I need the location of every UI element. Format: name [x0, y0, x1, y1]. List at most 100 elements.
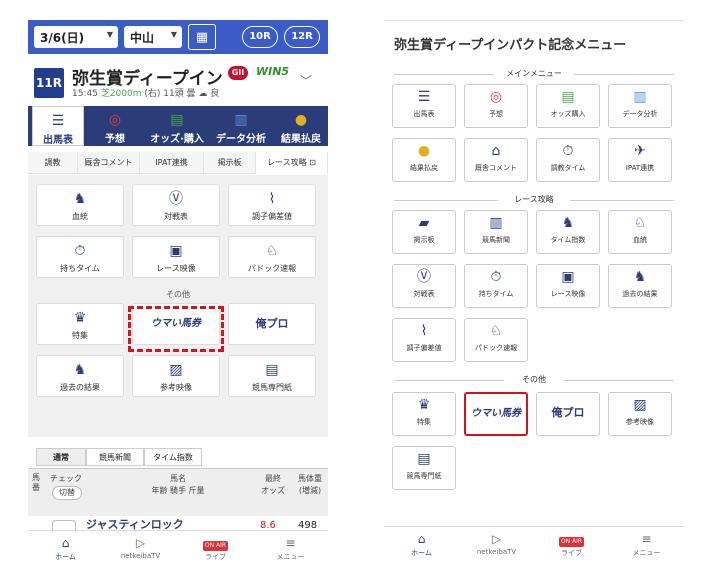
collapse-icon: ⊡	[309, 158, 316, 167]
nav-results[interactable]: ● 結果払戻	[274, 106, 328, 146]
card-label: 持ちタイム	[478, 290, 514, 298]
card-label: 出馬表	[413, 110, 435, 118]
menu-condition-index[interactable]: ⌇ 調子偏差値	[392, 318, 456, 362]
ore-pro-logo: 俺プロ	[551, 406, 585, 419]
menu-race-video[interactable]: ▣ レース映像	[536, 264, 600, 308]
card-best-times[interactable]: ⏱ 持ちタイム	[36, 236, 124, 278]
nav-netkeibatv[interactable]: ▷ netkeibaTV	[103, 531, 178, 560]
card-label: 過去の結果	[60, 383, 100, 392]
nav-live-label: ライブ	[561, 549, 582, 557]
race-number: 11R	[34, 68, 64, 98]
play-icon: ▷	[491, 532, 502, 546]
prev-race-button[interactable]: 10R	[242, 26, 278, 48]
menu-reference-video[interactable]: ▨ 参考映像	[608, 392, 672, 436]
chart-icon: ▥	[234, 112, 248, 128]
subtab-race-strategy[interactable]: レース攻略 ⊡	[256, 152, 328, 174]
nav-home[interactable]: ⌂ ホーム	[384, 527, 459, 558]
card-paddock[interactable]: ♘ パドック速報	[228, 236, 316, 278]
nav-entry-table[interactable]: ☰ 出馬表	[32, 106, 84, 146]
col-odds-label[interactable]: 最終	[256, 473, 290, 484]
caret-down-icon: ▼	[106, 30, 113, 39]
card-ore-pro[interactable]: 俺プロ	[228, 303, 316, 345]
card-condition-index[interactable]: ⌇ 調子偏差値	[228, 184, 316, 226]
card-past-results[interactable]: ♞ 過去の結果	[36, 355, 124, 397]
date-select[interactable]: 3/6(日) ▼	[34, 26, 118, 48]
nav-home-label: ホーム	[55, 553, 76, 561]
caret-down-icon: ▼	[170, 30, 177, 39]
venue-select[interactable]: 中山 ▼	[124, 26, 182, 48]
menu-racing-paper[interactable]: ▤ 競馬専門紙	[392, 446, 456, 490]
ore-pro-logo: 俺プロ	[255, 317, 289, 330]
menu-ore-pro[interactable]: 俺プロ	[536, 392, 600, 436]
menu-feature[interactable]: ♛ 特集	[392, 392, 456, 436]
race-track: 芝2000m	[100, 89, 142, 99]
main-menu-header: メインメニュー	[384, 68, 684, 80]
other-menu-header: その他	[384, 374, 684, 386]
card-matchups[interactable]: Ⓥ 対戦表	[132, 184, 220, 226]
ticket-icon: ▤	[170, 112, 184, 128]
right-screen: 弥生賞ディープインパクト記念メニュー メインメニュー ☰ 出馬表 ◎ 予想 ▤ オッズ…	[384, 20, 684, 568]
nav-live[interactable]: ON AIR ライブ	[534, 527, 609, 558]
nav-data-analysis[interactable]: ▥ データ分析	[210, 106, 272, 146]
home-icon: ⌂	[61, 536, 70, 550]
subtab-stable-comment[interactable]: 厩舎コメント	[78, 152, 140, 174]
card-reference-video[interactable]: ▨ 参考映像	[132, 355, 220, 397]
home-icon: ⌂	[417, 532, 426, 546]
toggle-button[interactable]: 切替	[52, 486, 82, 500]
nav-menu[interactable]: ≡ メニュー	[253, 531, 328, 562]
tab-newspaper[interactable]: 競馬新聞	[86, 448, 144, 466]
card-label: データ分析	[622, 110, 658, 118]
list-icon: ☰	[417, 89, 431, 105]
on-air-badge: ON AIR	[202, 541, 229, 551]
menu-ipat[interactable]: ✈ IPAT連携	[608, 138, 672, 182]
menu-past-results[interactable]: ♞ 過去の結果	[608, 264, 672, 308]
menu-data-analysis[interactable]: ▥ データ分析	[608, 84, 672, 128]
menu-odds[interactable]: ▤ オッズ購入	[536, 84, 600, 128]
nav-label: オッズ·購入	[150, 134, 204, 145]
subtab-board[interactable]: 掲示板	[204, 152, 256, 174]
menu-board[interactable]: ▰ 掲示板	[392, 210, 456, 254]
col-weight-label[interactable]: 馬体重	[292, 473, 328, 484]
chat-icon: ▰	[418, 215, 430, 231]
subtab-ipat[interactable]: IPAT連携	[140, 152, 204, 174]
horse-pedigree-icon: ♞	[73, 191, 87, 207]
card-label: 血統	[633, 236, 647, 244]
calendar-icon[interactable]: ▦	[188, 24, 216, 50]
card-feature[interactable]: ♛ 特集	[36, 303, 124, 345]
menu-entry-table[interactable]: ☰ 出馬表	[392, 84, 456, 128]
win5-logo: WIN5	[256, 65, 290, 78]
tab-normal[interactable]: 通常	[36, 448, 86, 466]
nav-menu-label: メニュー	[632, 549, 661, 557]
card-racing-paper[interactable]: ▤ 競馬専門紙	[228, 355, 316, 397]
nav-home[interactable]: ⌂ ホーム	[28, 531, 103, 562]
menu-paddock[interactable]: ♘ パドック速報	[464, 318, 528, 362]
menu-time-index[interactable]: ♞ タイム指数	[536, 210, 600, 254]
nav-odds[interactable]: ▤ オッズ·購入	[146, 106, 208, 146]
nav-prediction[interactable]: ◎ 予想	[86, 106, 144, 146]
venue-value: 中山	[130, 31, 155, 45]
newspaper-icon: ▥	[489, 215, 503, 231]
menu-matchups[interactable]: Ⓥ 対戦表	[392, 264, 456, 308]
card-label: 調子偏差値	[252, 212, 292, 221]
menu-prediction[interactable]: ◎ 予想	[464, 84, 528, 128]
menu-umai-baken[interactable]: ウマい馬券	[464, 392, 528, 436]
menu-best-times[interactable]: ⏱ 持ちタイム	[464, 264, 528, 308]
subtab-training[interactable]: 調教	[28, 152, 78, 174]
col-horse-name[interactable]: 馬名	[98, 473, 258, 484]
chevron-down-icon[interactable]: ﹀	[300, 72, 312, 89]
menu-newspaper[interactable]: ▥ 競馬新聞	[464, 210, 528, 254]
menu-training-time[interactable]: ⏱ 調教タイム	[536, 138, 600, 182]
next-race-button[interactable]: 12R	[284, 26, 320, 48]
list-icon: ☰	[51, 113, 65, 129]
video-horse-icon: ▨	[633, 397, 647, 413]
nav-live[interactable]: ON AIR ライブ	[178, 531, 253, 562]
card-pedigree[interactable]: ♞ 血統	[36, 184, 124, 226]
menu-stable-comment[interactable]: ⌂ 厩舎コメント	[464, 138, 528, 182]
nav-menu[interactable]: ≡ メニュー	[609, 527, 684, 558]
menu-results[interactable]: ● 結果払戻	[392, 138, 456, 182]
col-horse-number: 馬番	[32, 473, 40, 492]
menu-pedigree[interactable]: ♘ 血統	[608, 210, 672, 254]
card-race-video[interactable]: ▣ レース映像	[132, 236, 220, 278]
nav-netkeibatv[interactable]: ▷ netkeibaTV	[459, 527, 534, 556]
tab-time-index[interactable]: タイム指数	[144, 448, 202, 466]
